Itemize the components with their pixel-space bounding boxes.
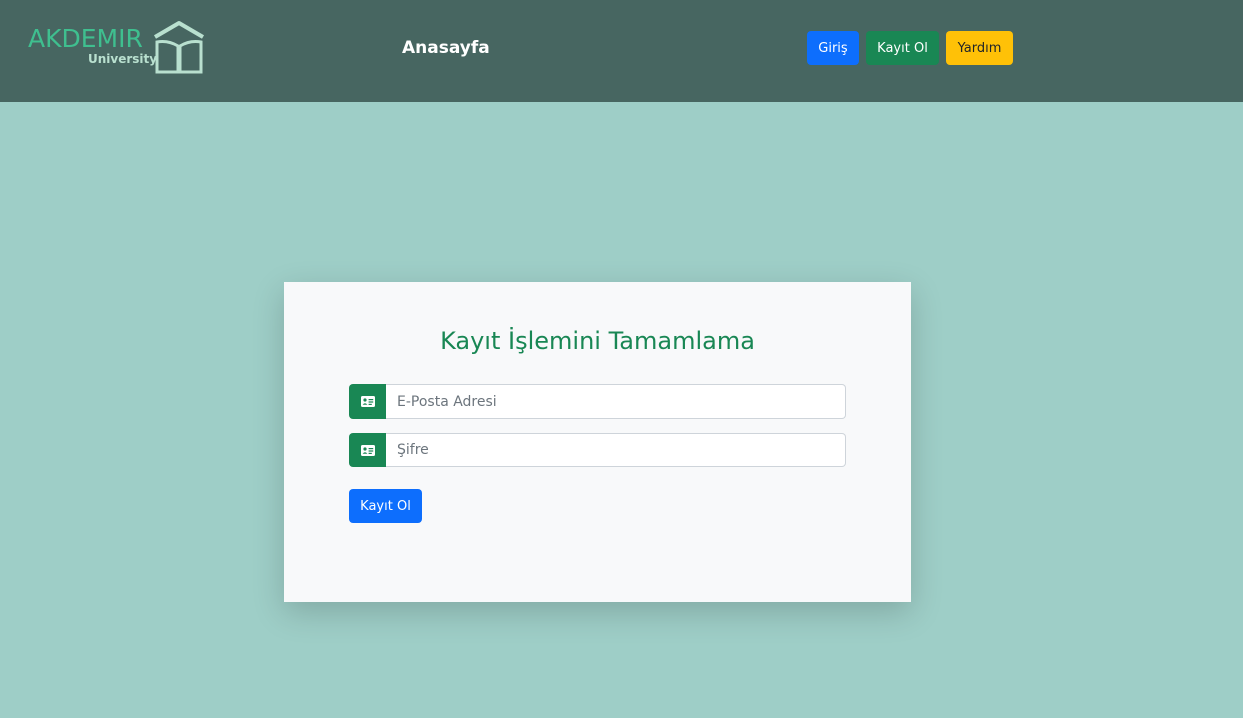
password-field[interactable] [386,433,846,467]
register-nav-button[interactable]: Kayıt Ol [866,31,939,65]
registration-card: Kayıt İşlemini Tamamlama E-Posta Adresi … [284,282,911,602]
nav-home-link[interactable]: Anasayfa [402,37,490,59]
open-book-house-icon [153,21,205,74]
brand-subtitle: University [88,52,158,66]
login-button[interactable]: Giriş [807,31,859,65]
password-addon [349,433,386,467]
brand-logo[interactable]: AKDEMIR University [28,20,208,76]
form-title: Kayıt İşlemini Tamamlama [440,327,755,355]
email-addon [349,384,386,419]
navbar: AKDEMIR University Anasayfa Giriş Kayıt … [0,0,1243,102]
id-card-icon [360,444,375,456]
submit-register-button[interactable]: Kayıt Ol [349,489,422,523]
help-button[interactable]: Yardım [946,31,1013,65]
password-input-group [349,433,846,467]
id-card-icon [360,396,375,407]
brand-name: AKDEMIR [28,24,143,53]
email-input-group [349,384,846,419]
email-field[interactable] [386,384,846,419]
